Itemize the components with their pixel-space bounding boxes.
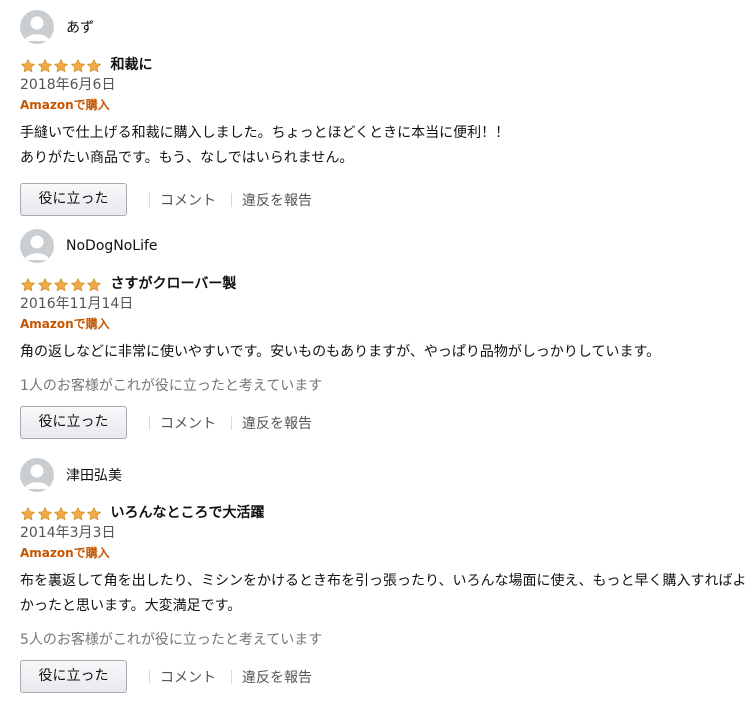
- default-user-icon: [20, 458, 54, 492]
- review-actions: 役に立った コメント 違反を報告: [20, 660, 742, 693]
- divider: [149, 415, 150, 430]
- review-body-line: かったと思います。大変満足です。: [20, 598, 242, 614]
- star-rating[interactable]: [20, 506, 103, 522]
- star-icon: [86, 277, 102, 292]
- star-icon: [70, 58, 85, 73]
- review-title-row: 和裁に: [20, 54, 742, 74]
- review-title[interactable]: いろんなところで大活躍: [111, 502, 265, 522]
- reviews-list: あず 和裁に 2018年6月6日 Amazonで購入 手縫いで仕上げる和裁に購入…: [0, 0, 750, 706]
- comment-link[interactable]: コメント: [160, 667, 216, 687]
- review-title[interactable]: 和裁に: [111, 54, 153, 74]
- divider: [231, 415, 232, 430]
- reviewer-name: 津田弘美: [66, 468, 122, 484]
- review-actions: 役に立った コメント 違反を報告: [20, 183, 742, 216]
- star-icon: [20, 58, 36, 73]
- review-body-line: 布を裏返して角を出したり、ミシンをかけるとき布を引っ張ったり、いろんな場面に使え…: [20, 573, 747, 589]
- helpful-button[interactable]: 役に立った: [20, 660, 127, 693]
- star-icon: [53, 58, 69, 73]
- review-date: 2014年3月3日: [20, 525, 116, 541]
- review-body: 布を裏返して角を出したり、ミシンをかけるとき布を引っ張ったり、いろんな場面に使え…: [20, 569, 747, 619]
- star-icon: [53, 506, 69, 521]
- star-icon: [53, 277, 69, 292]
- report-abuse-link[interactable]: 違反を報告: [242, 190, 312, 210]
- star-icon: [37, 506, 52, 521]
- default-user-icon: [20, 10, 54, 44]
- verified-purchase-badge: Amazonで購入: [20, 317, 110, 331]
- reviewer-profile[interactable]: NoDogNoLife: [20, 229, 742, 263]
- review-title[interactable]: さすがクローバー製: [111, 273, 237, 293]
- review-card: あず 和裁に 2018年6月6日 Amazonで購入 手縫いで仕上げる和裁に購入…: [20, 10, 742, 216]
- reviewer-name: あず: [66, 20, 94, 36]
- review-title-row: いろんなところで大活躍: [20, 502, 742, 522]
- star-icon: [70, 277, 85, 292]
- helpful-count-text: 5人のお客様がこれが役に立ったと考えています: [20, 632, 323, 648]
- reviewer-name: NoDogNoLife: [66, 238, 158, 254]
- star-icon: [86, 506, 102, 521]
- review-card: 津田弘美 いろんなところで大活躍 2014年3月3日 Amazonで購入 布を裏…: [20, 458, 747, 693]
- star-rating[interactable]: [20, 277, 103, 293]
- star-icon: [37, 277, 52, 292]
- helpful-button[interactable]: 役に立った: [20, 183, 127, 216]
- review-card: NoDogNoLife さすがクローバー製 2016年11月14日 Amazon…: [20, 229, 742, 439]
- reviewer-profile[interactable]: 津田弘美: [20, 458, 742, 492]
- review-body: 手縫いで仕上げる和裁に購入しました。ちょっとほどくときに本当に便利！！ ありがた…: [20, 121, 742, 171]
- divider: [231, 192, 232, 207]
- star-icon: [86, 58, 102, 73]
- report-abuse-link[interactable]: 違反を報告: [242, 413, 312, 433]
- star-icon: [70, 506, 85, 521]
- divider: [149, 192, 150, 207]
- comment-link[interactable]: コメント: [160, 413, 216, 433]
- star-icon: [20, 277, 36, 292]
- reviewer-profile[interactable]: あず: [20, 10, 742, 44]
- review-body-line: 手縫いで仕上げる和裁に購入しました。ちょっとほどくときに本当に便利！！: [20, 125, 510, 141]
- divider: [231, 669, 232, 684]
- divider: [149, 669, 150, 684]
- star-icon: [37, 58, 52, 73]
- helpful-button[interactable]: 役に立った: [20, 406, 127, 439]
- review-actions: 役に立った コメント 違反を報告: [20, 406, 742, 439]
- helpful-count-text: 1人のお客様がこれが役に立ったと考えています: [20, 378, 323, 394]
- report-abuse-link[interactable]: 違反を報告: [242, 667, 312, 687]
- star-rating[interactable]: [20, 58, 103, 74]
- verified-purchase-badge: Amazonで購入: [20, 546, 110, 560]
- star-icon: [20, 506, 36, 521]
- review-body-line: 角の返しなどに非常に使いやすいです。安いものもありますが、やっぱり品物がしっかり…: [20, 344, 661, 360]
- review-title-row: さすがクローバー製: [20, 273, 742, 293]
- review-date: 2018年6月6日: [20, 77, 116, 93]
- default-user-icon: [20, 229, 54, 263]
- verified-purchase-badge: Amazonで購入: [20, 98, 110, 112]
- review-body-line: ありがたい商品です。もう、なしではいられません。: [20, 150, 354, 166]
- review-date: 2016年11月14日: [20, 296, 134, 312]
- comment-link[interactable]: コメント: [160, 190, 216, 210]
- review-body: 角の返しなどに非常に使いやすいです。安いものもありますが、やっぱり品物がしっかり…: [20, 340, 742, 365]
